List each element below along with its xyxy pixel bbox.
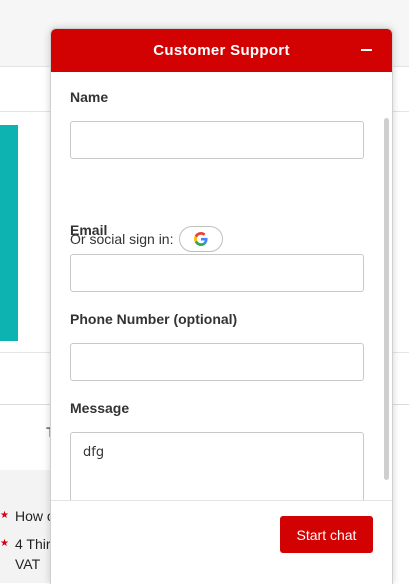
phone-label: Phone Number (optional)	[70, 311, 238, 327]
message-textarea[interactable]: dfg	[70, 432, 364, 500]
phone-field[interactable]	[70, 343, 364, 381]
chat-widget-footer: Start chat	[51, 500, 392, 584]
chat-widget-header: Customer Support	[51, 29, 392, 72]
minimize-button[interactable]	[352, 37, 382, 65]
scrollbar[interactable]	[384, 118, 389, 480]
google-icon	[194, 232, 209, 246]
chat-widget: Customer Support Name Or social sign in:…	[50, 28, 393, 584]
name-field[interactable]	[70, 121, 364, 159]
email-label: Email	[70, 222, 108, 238]
google-signin-button[interactable]	[179, 226, 224, 252]
star-icon: ★	[0, 510, 9, 521]
star-icon: ★	[0, 538, 9, 549]
name-label: Name	[70, 89, 109, 105]
chat-widget-title: Customer Support	[153, 42, 290, 59]
minimize-icon	[361, 49, 372, 51]
chat-form: Name Or social sign in: Email Phone Numb…	[51, 72, 392, 500]
list-item-text: How c	[15, 508, 54, 524]
list-item-text: 4 Thir VAT	[15, 536, 51, 572]
start-chat-button[interactable]: Start chat	[280, 516, 373, 553]
teal-banner	[0, 125, 18, 341]
email-field[interactable]	[70, 254, 364, 292]
message-label: Message	[70, 400, 130, 416]
